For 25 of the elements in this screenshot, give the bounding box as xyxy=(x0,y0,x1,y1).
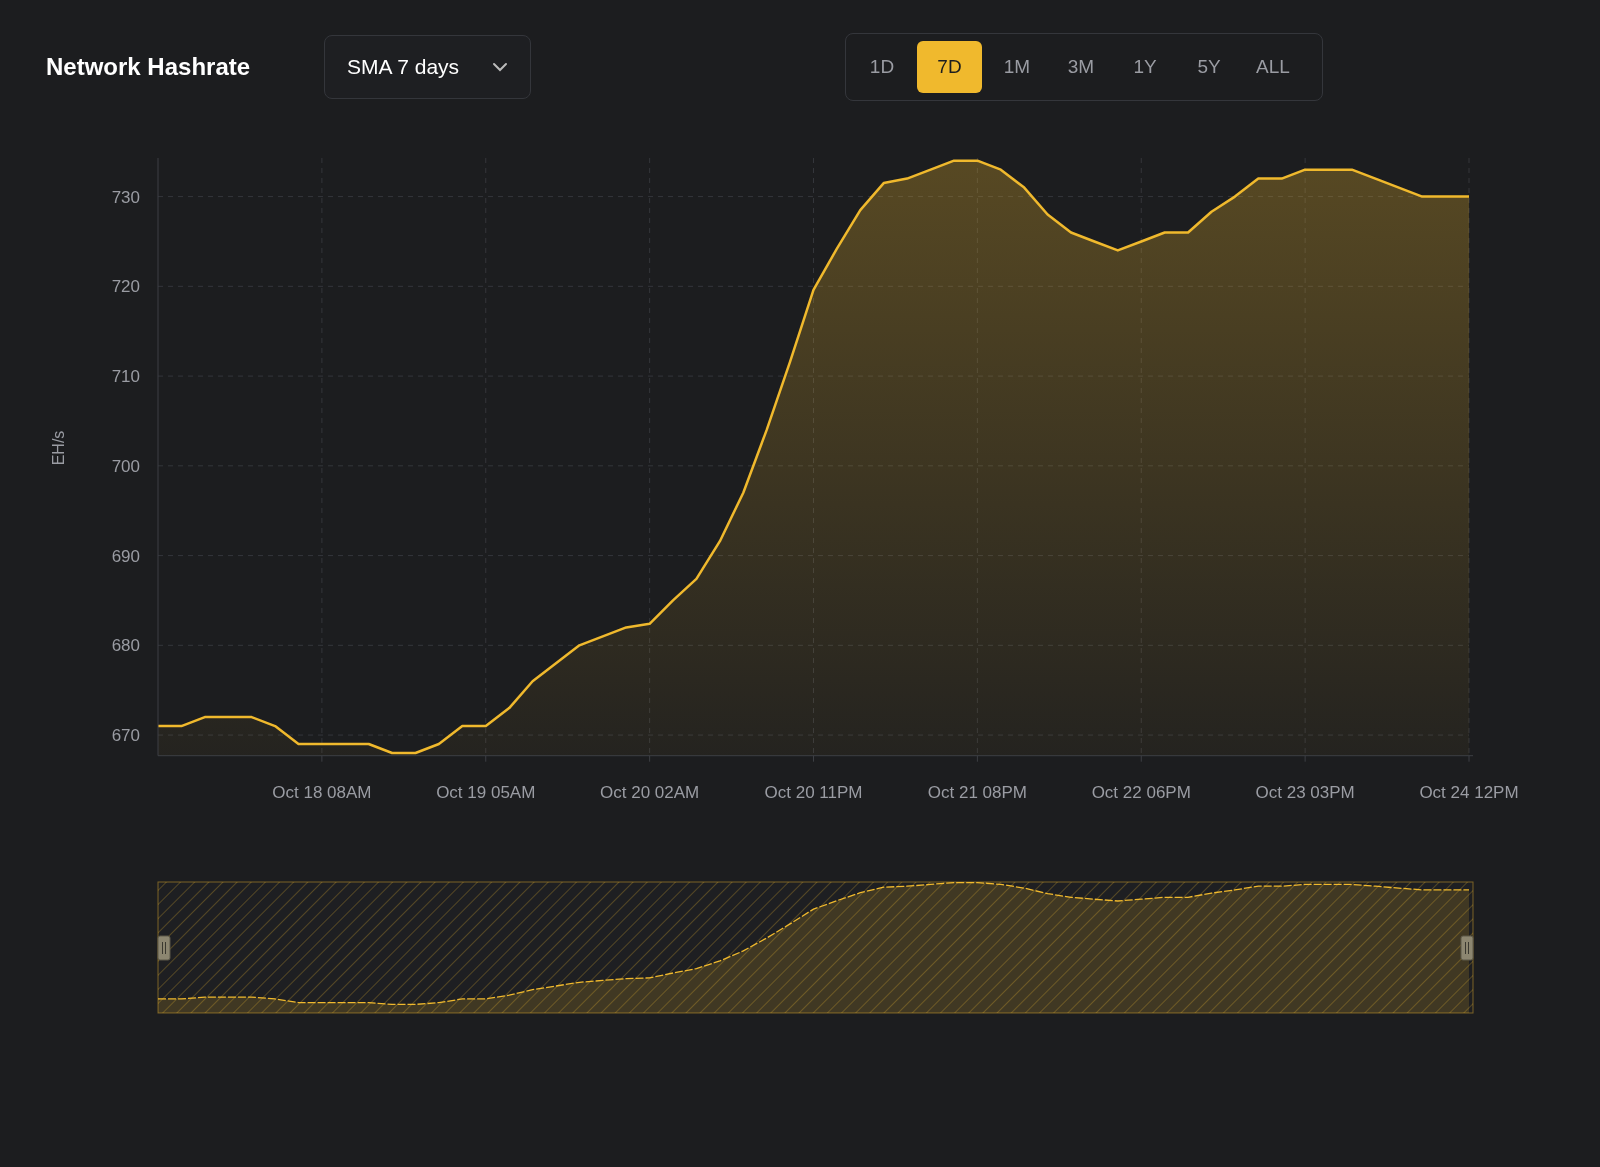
range-tab[interactable]: 5Y xyxy=(1180,40,1238,93)
range-tab[interactable]: 1D xyxy=(853,40,911,93)
y-tick-label: 700 xyxy=(111,456,140,476)
y-tick-label: 680 xyxy=(111,636,140,656)
x-tick-label: Oct 20 02AM xyxy=(600,783,700,802)
y-tick-label: 690 xyxy=(111,546,140,566)
y-tick-label: 730 xyxy=(111,187,140,207)
x-tick-label: Oct 21 08PM xyxy=(927,783,1027,802)
range-tab[interactable]: ALL xyxy=(1244,40,1302,93)
x-tick-label: Oct 18 08AM xyxy=(272,783,372,802)
average-dropdown[interactable]: SMA 7 days xyxy=(324,34,531,99)
x-tick-label: Oct 19 05AM xyxy=(436,783,536,802)
range-tab[interactable]: 7D xyxy=(917,40,982,93)
range-tab[interactable]: 1Y xyxy=(1116,40,1174,93)
y-tick-label: 710 xyxy=(111,367,140,387)
x-tick-label: Oct 23 03PM xyxy=(1255,783,1355,802)
y-tick-label: 720 xyxy=(111,277,140,297)
x-tick-label: Oct 24 12PM xyxy=(1419,783,1519,802)
chart-title: Network Hashrate xyxy=(46,52,252,81)
x-tick-label: Oct 20 11PM xyxy=(764,783,863,802)
range-tab[interactable]: 1M xyxy=(988,40,1046,93)
x-tick-label: Oct 22 06PM xyxy=(1091,783,1191,802)
y-tick-label: 670 xyxy=(111,726,140,746)
y-axis-label: EH/s xyxy=(50,430,67,466)
range-tab[interactable]: 3M xyxy=(1052,40,1110,93)
